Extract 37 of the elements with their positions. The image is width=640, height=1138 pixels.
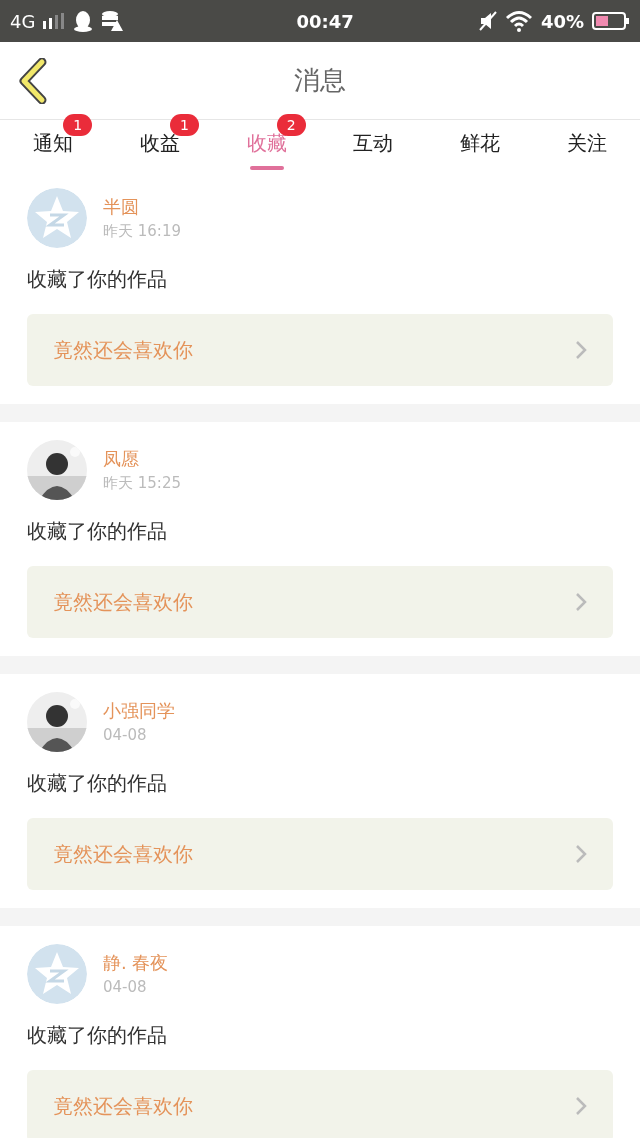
work-link[interactable]: 竟然还会喜欢你 [27, 566, 613, 638]
default-avatar-icon [27, 944, 87, 1004]
tab[interactable]: 关注 [562, 120, 611, 172]
back-button[interactable] [18, 58, 48, 104]
tab-underline [249, 166, 284, 170]
timestamp: 04-08 [103, 977, 148, 999]
tab[interactable]: 互动 [349, 120, 398, 172]
user-name[interactable]: 半圆 [103, 193, 181, 221]
chevron-icon [575, 592, 587, 612]
work-link[interactable]: 竟然还会喜欢你 [27, 818, 613, 890]
timestamp: 04-08 [103, 725, 148, 747]
user-name[interactable]: 凤愿 [103, 445, 181, 473]
work-link[interactable]: 竟然还会喜欢你 [27, 314, 613, 386]
mute-icon [478, 11, 497, 31]
timestamp: 昨天 15:25 [103, 473, 181, 495]
chevron-icon [575, 1096, 587, 1116]
work-link[interactable]: 竟然还会喜欢你 [27, 1070, 613, 1138]
default-avatar-icon [27, 188, 87, 248]
battery-percent: 40% [540, 9, 584, 34]
battery-icon [592, 11, 630, 31]
message-text: 收藏了你的作品 [27, 266, 168, 293]
network-label: 4G [10, 9, 36, 34]
message-text: 收藏了你的作品 [27, 518, 168, 545]
back-icon [18, 58, 48, 104]
user-name[interactable]: 小强同学 [103, 697, 175, 725]
count-badge: 1 [63, 114, 93, 136]
signal-icon [43, 13, 66, 29]
message-text: 收藏了你的作品 [27, 770, 168, 797]
user-name[interactable]: 静. 春夜 [103, 949, 169, 977]
wifi-icon [504, 10, 533, 32]
chevron-icon [575, 844, 587, 864]
timestamp: 昨天 16:19 [103, 221, 181, 243]
chevron-icon [575, 340, 587, 360]
tab[interactable]: 鲜花 [456, 120, 504, 172]
page-title: 消息 [294, 64, 346, 97]
message-text: 收藏了你的作品 [27, 1022, 168, 1049]
clock: 00:47 [296, 10, 354, 32]
